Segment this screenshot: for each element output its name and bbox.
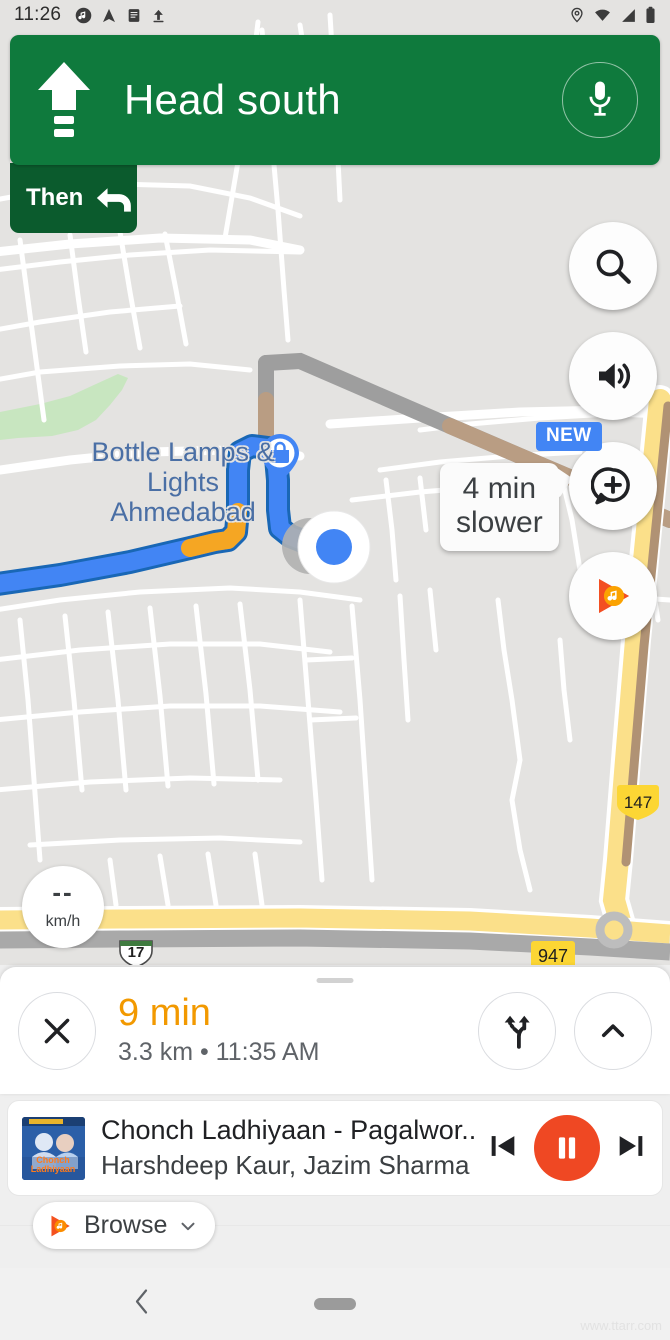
chevron-down-icon xyxy=(181,1222,195,1230)
music-note-icon xyxy=(75,7,92,23)
media-title: Chonch Ladhiyaan - Pagalwor... xyxy=(101,1115,476,1145)
poi-label-line1: Bottle Lamps & xyxy=(91,437,275,467)
alternate-route-callout[interactable]: 4 min slower xyxy=(440,463,559,552)
then-label: Then xyxy=(26,184,84,211)
navigation-arrow-icon xyxy=(103,8,116,22)
poi-label-line2: Lights Ahmedabad xyxy=(110,467,256,528)
report-button[interactable]: NEW xyxy=(536,422,657,530)
wifi-icon xyxy=(595,9,610,21)
media-text: Chonch Ladhiyaan - Pagalwor... Harshdeep… xyxy=(101,1115,476,1181)
alternate-routes-button[interactable] xyxy=(478,991,556,1070)
chevron-up-icon xyxy=(601,1023,625,1037)
system-back-button[interactable] xyxy=(130,1287,154,1322)
svg-text:Ladhiyaan: Ladhiyaan xyxy=(31,1164,76,1174)
svg-text:947: 947 xyxy=(538,946,568,965)
media-controls xyxy=(486,1115,648,1181)
eta-duration: 9 min xyxy=(118,991,211,1034)
navigation-banner[interactable]: Head south xyxy=(10,35,660,165)
music-play-icon xyxy=(51,1215,70,1236)
music-play-icon xyxy=(599,579,629,613)
media-player-card[interactable]: Chonch Ladhiyaan Chonch Ladhiyaan - Paga… xyxy=(7,1100,663,1196)
system-navigation-bar xyxy=(0,1268,670,1340)
voice-mic-button[interactable] xyxy=(562,62,638,138)
new-badge: NEW xyxy=(536,422,602,451)
speed-unit: km/h xyxy=(45,912,81,930)
upload-icon xyxy=(153,9,164,22)
close-navigation-button[interactable] xyxy=(18,991,96,1070)
browse-label: Browse xyxy=(84,1211,168,1239)
battery-icon xyxy=(646,6,655,23)
sheet-drag-handle[interactable] xyxy=(316,978,354,983)
add-report-bubble-icon xyxy=(591,467,630,505)
play-pause-button[interactable] xyxy=(534,1115,600,1181)
navigation-instruction: Head south xyxy=(124,76,341,123)
microphone-icon xyxy=(589,81,611,116)
alternate-routes-icon xyxy=(504,1015,530,1049)
speed-value: -- xyxy=(52,877,74,908)
back-chevron-icon xyxy=(135,1289,148,1314)
straight-arrow-icon xyxy=(38,62,90,137)
volume-on-icon xyxy=(599,363,631,389)
map-button-column: NEW xyxy=(536,222,657,662)
status-bar: 11:26 xyxy=(0,0,670,30)
search-button[interactable] xyxy=(569,222,657,310)
turn-left-icon xyxy=(97,188,132,212)
previous-track-button[interactable] xyxy=(486,1129,520,1168)
watermark: www.ttarr.com xyxy=(580,1318,662,1333)
document-icon xyxy=(128,8,140,22)
media-artist: Harshdeep Kaur, Jazim Sharma - Pa... xyxy=(101,1150,476,1180)
svg-text:147: 147 xyxy=(624,793,652,812)
speedometer[interactable]: -- km/h xyxy=(22,866,104,948)
search-icon xyxy=(596,249,631,284)
skip-next-icon xyxy=(619,1135,643,1156)
callout-line1: 4 min xyxy=(462,472,537,505)
road-shield-947: 947 xyxy=(531,941,575,965)
system-home-button[interactable] xyxy=(314,1298,356,1310)
skip-previous-icon xyxy=(491,1135,515,1156)
callout-line2: slower xyxy=(456,505,543,539)
close-x-icon xyxy=(44,1018,70,1043)
cellular-signal-icon xyxy=(622,8,635,22)
sound-button[interactable] xyxy=(569,332,657,420)
browse-button[interactable]: Browse xyxy=(33,1202,216,1249)
album-art: Chonch Ladhiyaan xyxy=(22,1116,85,1180)
poi-label-bottle-lamps[interactable]: Bottle Lamps & Lights Ahmedabad xyxy=(84,437,282,528)
phone-screen: 17 147 947 Bottle Lamps & Lights Ahmedab… xyxy=(0,0,670,1340)
eta-bottom-sheet[interactable]: 9 min 3.3 km • 11:35 AM xyxy=(0,967,670,1094)
eta-details: 3.3 km • 11:35 AM xyxy=(118,1038,320,1067)
svg-text:17: 17 xyxy=(128,944,145,961)
next-track-button[interactable] xyxy=(614,1129,648,1168)
eta-info: 9 min 3.3 km • 11:35 AM xyxy=(118,991,320,1068)
expand-sheet-button[interactable] xyxy=(574,991,652,1070)
media-shortcut-button[interactable] xyxy=(569,552,657,640)
then-maneuver-chip[interactable]: Then xyxy=(10,163,137,233)
pause-icon xyxy=(558,1137,576,1159)
road-shield-17: 17 xyxy=(119,940,153,965)
status-clock: 11:26 xyxy=(14,4,62,25)
location-icon xyxy=(571,7,583,23)
